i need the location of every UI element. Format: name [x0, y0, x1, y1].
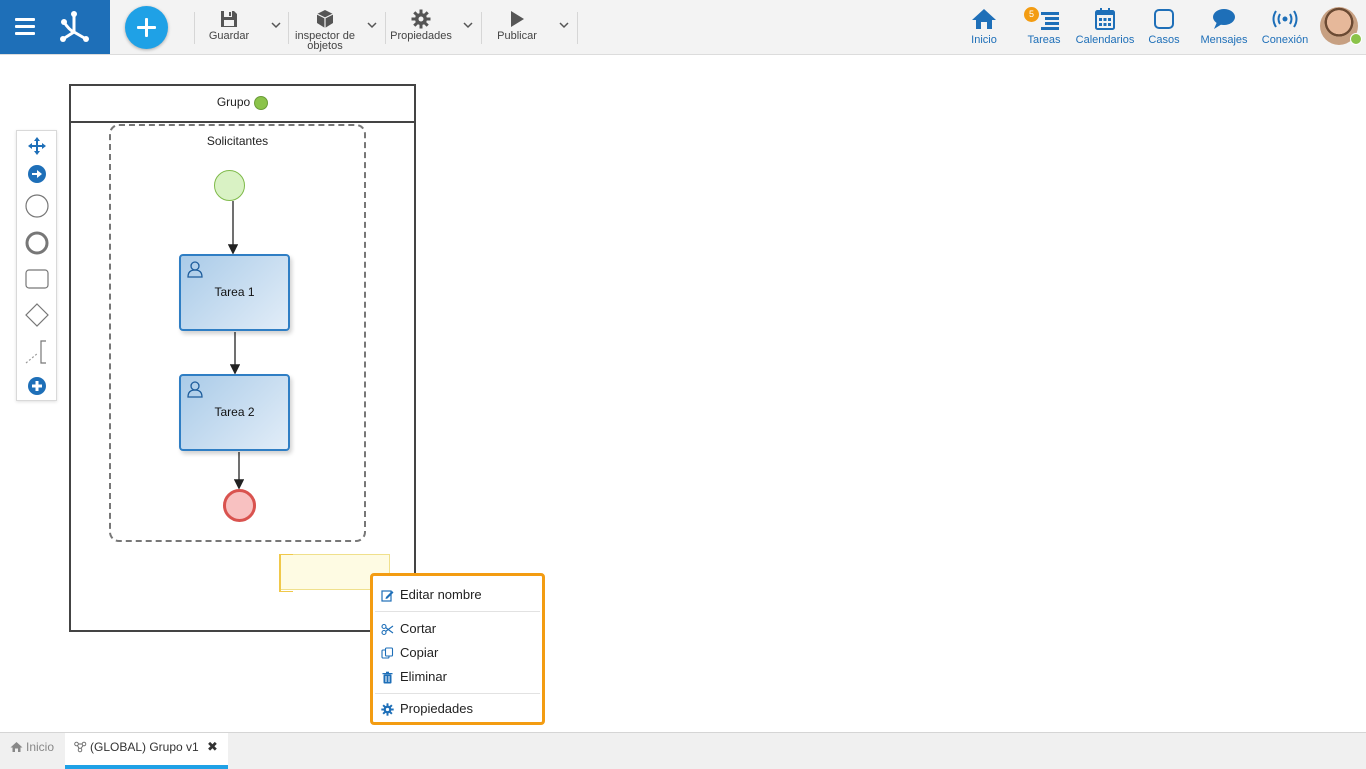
menu-item-copy[interactable]: Copiar: [373, 642, 542, 664]
copy-icon: [381, 647, 394, 659]
task-tarea-2[interactable]: Tarea 2: [179, 374, 290, 451]
menu-item-label: Propiedades: [400, 701, 473, 716]
task-label: Tarea 2: [214, 405, 255, 419]
tab-home[interactable]: Inicio: [0, 733, 65, 769]
menu-item-edit-name[interactable]: Editar nombre: [373, 584, 542, 606]
menu-item-properties[interactable]: Propiedades: [373, 698, 542, 720]
trash-icon: [382, 671, 393, 684]
user-task-icon: [187, 261, 203, 278]
tab-home-label: Inicio: [26, 740, 55, 754]
task-label: Tarea 1: [214, 285, 255, 299]
edit-pencil-icon: [381, 590, 394, 602]
menu-item-label: Editar nombre: [400, 587, 482, 602]
end-event[interactable]: [223, 489, 256, 522]
menu-item-label: Copiar: [400, 645, 439, 660]
bottom-tab-bar: Inicio (GLOBAL) Grupo v1 ✖: [0, 732, 1366, 769]
task-tarea-1[interactable]: Tarea 1: [179, 254, 290, 331]
gear-icon: [381, 703, 394, 716]
context-menu: Editar nombre Cortar Copiar Eliminar Pro…: [370, 573, 545, 725]
start-event[interactable]: [214, 170, 245, 201]
process-diagram-icon: [74, 741, 87, 753]
tab-global-grupo[interactable]: (GLOBAL) Grupo v1 ✖: [65, 733, 228, 769]
menu-item-label: Cortar: [400, 621, 437, 636]
tab-label: (GLOBAL) Grupo v1: [90, 740, 199, 754]
menu-item-delete[interactable]: Eliminar: [373, 666, 542, 688]
scissors-icon: [381, 623, 394, 636]
menu-item-cut[interactable]: Cortar: [373, 618, 542, 640]
menu-divider: [375, 611, 540, 612]
close-tab-icon[interactable]: ✖: [207, 733, 218, 761]
menu-item-label: Eliminar: [400, 669, 447, 684]
menu-divider: [375, 693, 540, 694]
home-icon: [10, 742, 23, 752]
user-task-icon: [187, 381, 203, 398]
